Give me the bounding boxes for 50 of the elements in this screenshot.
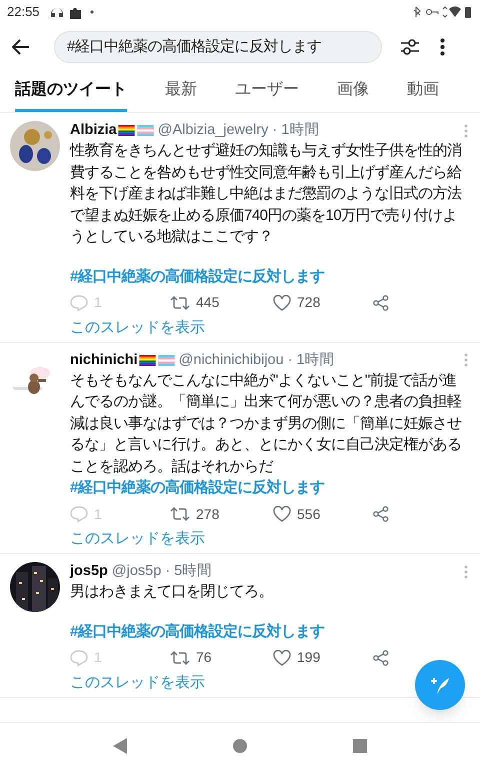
author-name: jos5p (70, 562, 108, 581)
author-name: nichinichi (70, 350, 138, 370)
retweet-icon (170, 507, 190, 521)
author-handle: @Albizia_jewelry · 1時間 (158, 121, 320, 140)
like-count: 199 (297, 648, 320, 667)
nav-home-icon[interactable] (233, 738, 247, 752)
tab[interactable]: 動画 (407, 78, 439, 112)
more-options-icon[interactable] (440, 38, 445, 56)
like-count: 556 (297, 504, 320, 524)
retweet-icon (170, 650, 190, 664)
author-handle: @nichinichibijou · 1時間 (178, 350, 335, 370)
status-time: 22:55 (7, 3, 40, 22)
reply-icon (70, 506, 88, 522)
headset-icon (50, 6, 64, 18)
retweet-count: 76 (196, 648, 212, 667)
share-icon (373, 506, 389, 522)
tab[interactable]: 話題のツイート (15, 78, 127, 112)
reply-icon (70, 294, 88, 310)
retweet-count: 278 (196, 504, 220, 524)
tab[interactable]: 画像 (337, 78, 369, 112)
filter-icon[interactable] (400, 38, 420, 56)
status-icons-drawing (413, 5, 473, 19)
retweet-count: 445 (196, 293, 220, 312)
back-arrow-icon[interactable] (12, 39, 30, 55)
transgender-flag-icon (136, 125, 154, 136)
like-count: 728 (297, 293, 320, 312)
tab[interactable]: ユーザー (235, 78, 299, 112)
search-field[interactable]: #経口中絶薬の高価格設定に反対します (54, 31, 382, 63)
nav-back-icon[interactable] (113, 738, 127, 754)
compose-button[interactable] (415, 660, 465, 710)
tweet-text: 男はわきまえて口を閉じてろ。 (70, 582, 273, 602)
tweet-text: 性教育をきちんとせず避妊の知識も与えず女性子供を性的消費することを咎めもせず性交同意年齢も引上げず産んだら給料を下げ産まねば非難し中絶はまだ懲罰のような旧式の方法で望まぬ妊娠を止める原価740円の薬を10万円で売り付けようとしている地獄はここです？ (70, 141, 462, 247)
tab[interactable]: 最新 (165, 78, 197, 112)
heart-icon (273, 294, 291, 310)
rainbow-flag-icon (118, 125, 135, 136)
compose-icon (429, 675, 451, 695)
author-name: Albizia (70, 121, 117, 140)
heart-icon (273, 506, 291, 522)
share-icon (373, 650, 389, 666)
heart-icon (273, 650, 291, 666)
share-icon (373, 294, 389, 310)
transgender-flag-icon (158, 354, 175, 366)
tweet-text: そもそもなんでこんなに中絶が"よくないこと"前提で話が進んでるのか謎。「簡単に」出来て何が悪いの？患者の負担軽減は良い事なはずでは？つかまず男の側に「簡単に妊娠させるな」と言いに行け。あと、とにかく女に自己決定権があることを認めろ。話はそれからだ (70, 370, 462, 476)
retweet-icon (170, 296, 190, 310)
dot-icon (90, 10, 94, 14)
rainbow-flag-icon (138, 354, 156, 366)
reply-icon (70, 650, 88, 666)
nav-recents-icon[interactable] (353, 738, 367, 752)
author-handle: @jos5p · 5時間 (112, 562, 212, 581)
puzzle-icon (70, 6, 81, 18)
